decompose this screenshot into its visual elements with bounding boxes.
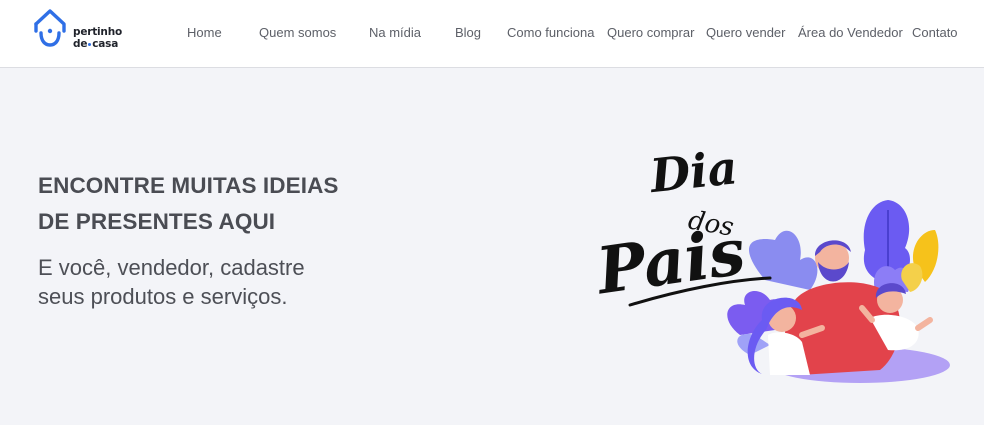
logo-text-line2: de casa xyxy=(73,38,122,50)
lettering-dia: Dia xyxy=(646,140,740,203)
hero-title-line1: ENCONTRE MUITAS IDEIAS xyxy=(38,173,339,198)
site-header: pertinho de casa Home Quem somos Na mídia… xyxy=(0,0,984,68)
logo-text-casa: casa xyxy=(92,38,119,50)
nav-na-midia[interactable]: Na mídia xyxy=(369,25,421,40)
logo-wordmark: pertinho de casa xyxy=(73,26,122,50)
hero-subtitle-line2: seus produtos e serviços. xyxy=(38,284,288,309)
nav-blog[interactable]: Blog xyxy=(455,25,481,40)
nav-quero-comprar[interactable]: Quero comprar xyxy=(607,25,694,40)
hero-subtitle: E você, vendedor, cadastre seus produtos… xyxy=(38,253,378,311)
nav-quero-vender[interactable]: Quero vender xyxy=(706,25,786,40)
hero-title: ENCONTRE MUITAS IDEIAS DE PRESENTES AQUI xyxy=(38,168,398,240)
nav-quem-somos[interactable]: Quem somos xyxy=(259,25,336,40)
nav-como-funciona[interactable]: Como funciona xyxy=(507,25,594,40)
nav-home[interactable]: Home xyxy=(187,25,222,40)
fathers-day-banner: Dia dos Pais xyxy=(590,140,950,383)
logo-link[interactable]: pertinho de casa xyxy=(32,7,128,51)
house-logo-icon xyxy=(34,9,66,47)
hero-subtitle-line1: E você, vendedor, cadastre xyxy=(38,255,305,280)
hero-title-line2: DE PRESENTES AQUI xyxy=(38,209,276,234)
logo-dot xyxy=(88,42,92,46)
nav-contato[interactable]: Contato xyxy=(912,25,958,40)
nav-area-do-vendedor[interactable]: Área do Vendedor xyxy=(798,25,903,40)
logo-text-de: de xyxy=(73,38,88,50)
logo-text-line1: pertinho xyxy=(73,26,122,38)
dia-dos-pais-lettering: Dia dos Pais xyxy=(590,140,772,310)
